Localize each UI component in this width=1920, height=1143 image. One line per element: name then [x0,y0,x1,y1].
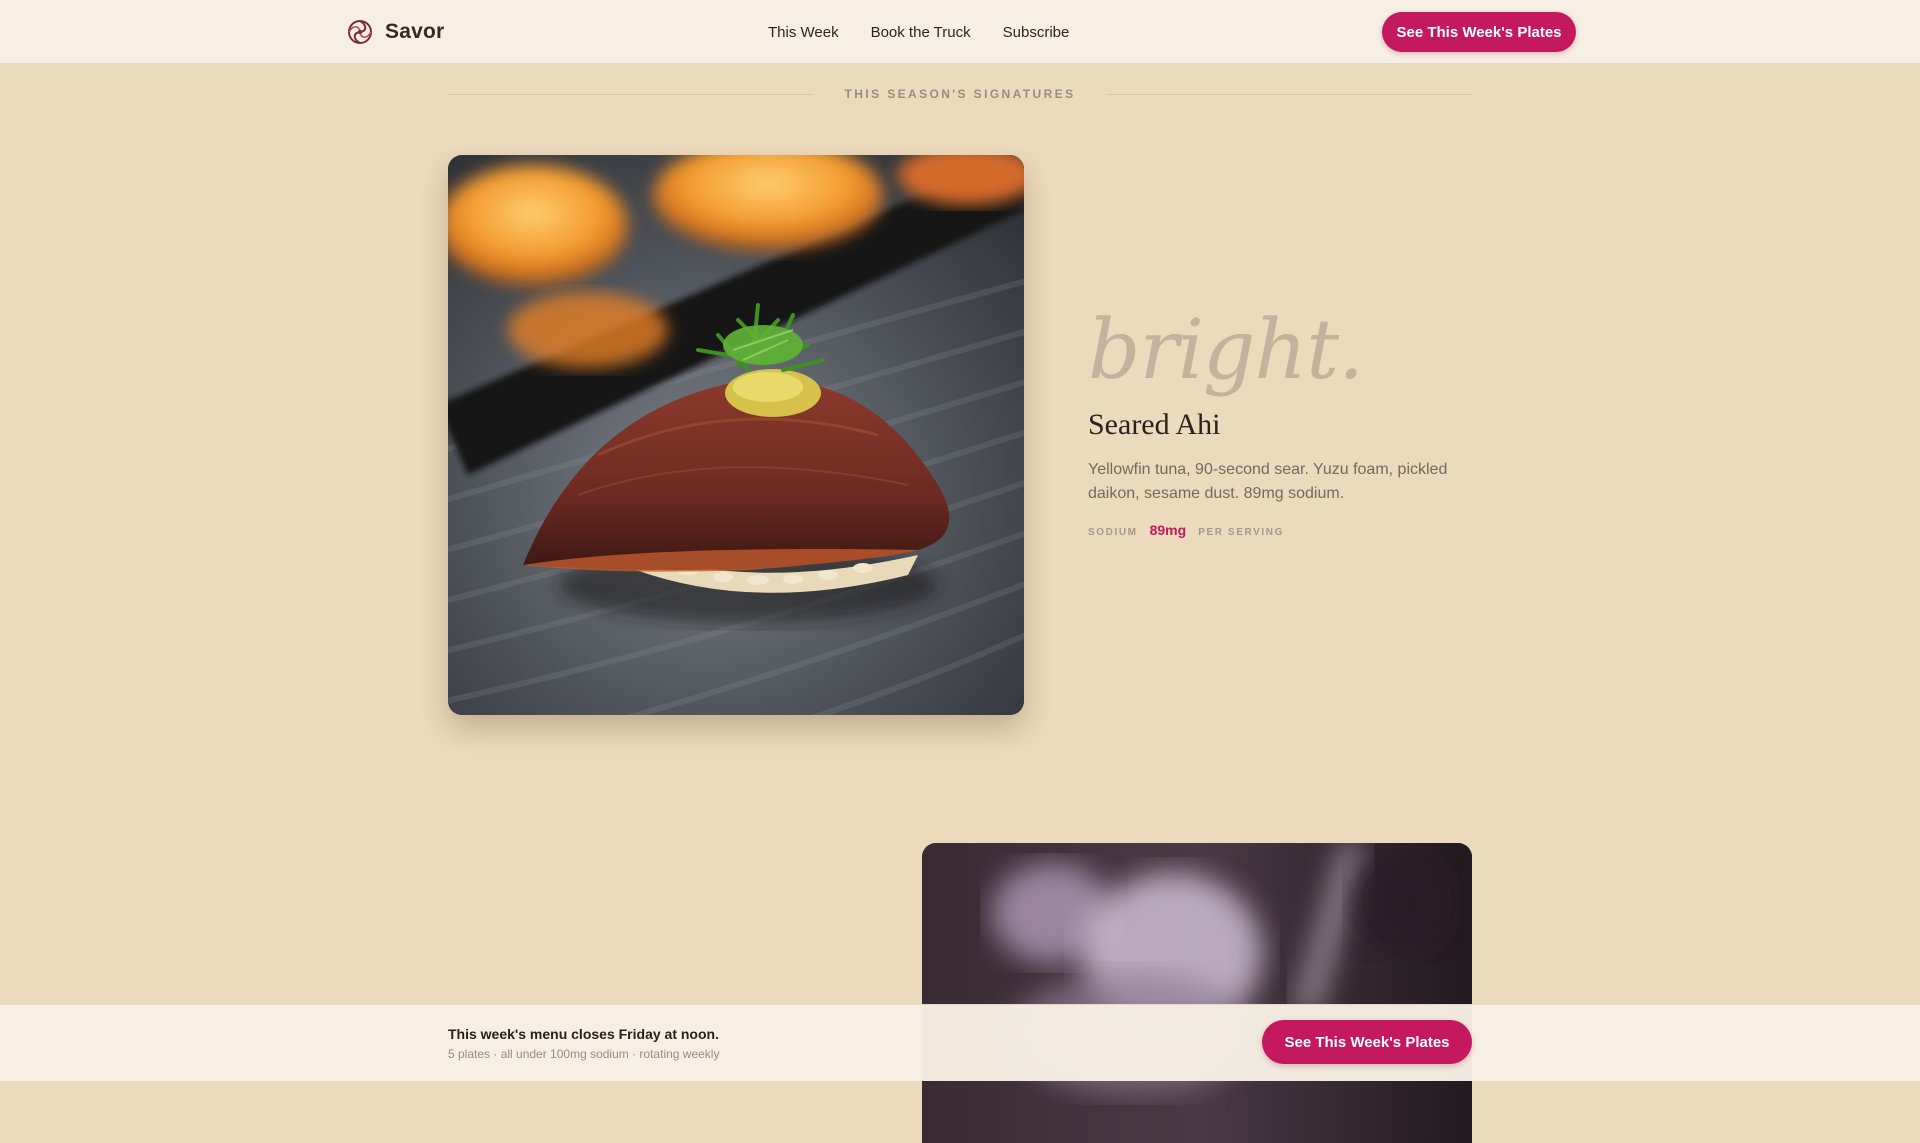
nav-link-this-week[interactable]: This Week [768,24,839,41]
section-title: THIS SEASON'S SIGNATURES [844,87,1076,101]
see-plates-bottom-button[interactable]: See This Week's Plates [1262,1020,1472,1064]
nav-link-book-the-truck[interactable]: Book the Truck [871,24,971,41]
nav-link-subscribe[interactable]: Subscribe [1003,24,1070,41]
swirl-logo-icon [348,20,372,44]
dish-photo-2 [922,843,1472,1143]
site-header: Savor This Week Book the Truck Subscribe… [0,0,1920,64]
divider-right [1107,93,1473,95]
blurred-dish-photo [922,843,1472,1143]
sodium-label: SODIUM [1088,527,1138,538]
section-heading: THIS SEASON'S SIGNATURES [448,84,1473,104]
brand-name: Savor [385,20,445,43]
dish-name: Seared Ahi [1088,408,1221,441]
per-serving-label: PER SERVING [1198,527,1284,538]
brand[interactable]: Savor [347,0,444,64]
sodium-value: 89mg [1149,522,1187,538]
divider-left [448,93,813,95]
dish-description: Yellowfin tuna, 90-second sear. Yuzu foa… [1088,461,1448,502]
bottom-bar-subtitle: 5 plates · all under 100mg sodium · rota… [448,1047,720,1061]
sodium-info: SODIUM 89mg PER SERVING [1088,522,1478,538]
seared-ahi-photo [448,155,1024,715]
dish-details: bright. Seared Ahi Yellowfin tuna, 90-se… [1088,303,1478,539]
see-plates-button[interactable]: See This Week's Plates [1382,12,1576,52]
bottom-bar-text: This week's menu closes Friday at noon. … [448,1026,719,1061]
main-nav: This Week Book the Truck Subscribe [768,0,1069,64]
dish-mood-word: bright. [1088,303,1364,398]
dish-photo [448,155,1024,715]
bottom-bar-title: This week's menu closes Friday at noon. [448,1026,719,1042]
sticky-bottom-bar: This week's menu closes Friday at noon. … [0,1004,1920,1081]
